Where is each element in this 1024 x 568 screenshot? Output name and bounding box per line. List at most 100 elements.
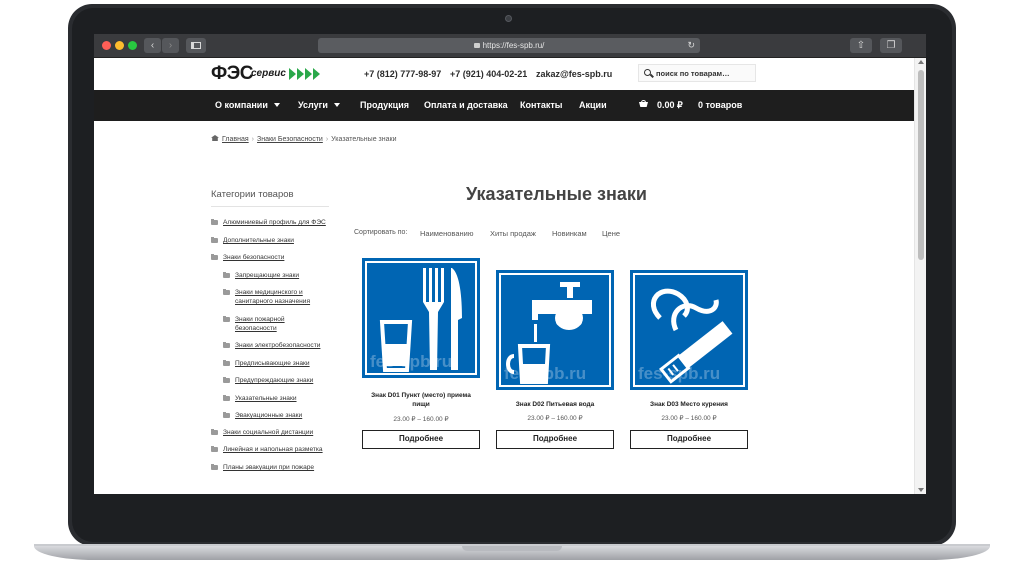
cart-total[interactable]: 0.00 ₽ — [657, 90, 683, 121]
product-name[interactable]: Знак D02 Питьевая вода — [490, 400, 620, 409]
category-additional-signs[interactable]: Дополнительные знаки — [223, 236, 294, 245]
chevron-down-icon — [333, 103, 340, 107]
share-button[interactable]: ⇧ — [850, 38, 872, 53]
logo-ribbon: сервис — [247, 67, 327, 81]
forward-button[interactable]: › — [162, 38, 179, 53]
category-evacuation-plans[interactable]: Планы эвакуации при пожаре — [223, 463, 314, 472]
category-direction-signs[interactable]: Указательные знаки — [235, 394, 297, 403]
watermark: fes-spb.ru — [638, 364, 721, 383]
category-warning-signs[interactable]: Предупреждающие знаки — [235, 376, 313, 385]
scrollbar-thumb[interactable] — [918, 70, 924, 260]
search-placeholder: поиск по товарам… — [656, 69, 730, 78]
chevron-right-icon — [305, 68, 312, 80]
folder-icon — [211, 446, 218, 452]
home-icon — [211, 135, 219, 141]
product-price: 23.00 ₽ – 160.00 ₽ — [527, 415, 583, 422]
cart-icon[interactable] — [638, 100, 649, 109]
watermark: fes-spb.ru — [370, 352, 453, 371]
phone-link-1[interactable]: +7 (812) 777-98-97 — [364, 69, 441, 79]
category-social-distance-signs[interactable]: Знаки социальной дистанции — [223, 428, 313, 437]
breadcrumb-separator: › — [325, 136, 329, 143]
phone-link-2[interactable]: +7 (921) 404-02-21 — [450, 69, 527, 79]
chevron-right-icon — [313, 68, 320, 80]
address-bar[interactable]: https://fes-spb.ru/ ↻ — [318, 38, 700, 53]
product-name[interactable]: Знак D03 Место курения — [624, 400, 754, 409]
folder-icon — [223, 316, 230, 322]
category-medical-signs[interactable]: Знаки медицинского и — [235, 288, 303, 297]
close-window-icon[interactable] — [102, 41, 111, 50]
breadcrumb-home[interactable]: Главная — [222, 136, 249, 143]
web-page: ФЭС сервис +7 (812) 777-98-97 +7 (921) 4… — [94, 58, 926, 494]
category-floor-marking[interactable]: Линейная и напольная разметка — [223, 445, 323, 454]
product-price: 23.00 ₽ – 160.00 ₽ — [661, 415, 717, 422]
folder-icon — [223, 342, 230, 348]
folder-icon — [223, 272, 230, 278]
site-header: ФЭС сервис +7 (812) 777-98-97 +7 (921) 4… — [94, 58, 914, 90]
details-button[interactable]: Подробнее — [362, 430, 480, 449]
tabs-overview-button[interactable]: ❐ — [880, 38, 902, 53]
page-title: Указательные знаки — [466, 184, 647, 204]
category-electrical-safety-signs[interactable]: Знаки электробезопасности — [235, 341, 320, 350]
folder-icon — [223, 395, 230, 401]
category-fire-safety-signs-line2[interactable]: безопасности — [235, 324, 277, 333]
maximize-window-icon[interactable] — [128, 41, 137, 50]
sidebar-title: Категории товаров — [211, 189, 294, 200]
product-image[interactable]: fes-spb.ru — [362, 258, 480, 378]
folder-icon — [211, 254, 218, 260]
site-logo[interactable]: ФЭС сервис — [211, 63, 331, 85]
folder-icon — [211, 429, 218, 435]
logo-sub-text: сервис — [251, 68, 286, 79]
vertical-scrollbar[interactable] — [914, 58, 926, 494]
sidebar-divider — [211, 206, 329, 207]
chevron-right-icon — [289, 68, 296, 80]
chevron-right-icon — [297, 68, 304, 80]
nav-item-products[interactable]: Продукция — [360, 90, 409, 121]
browser-window: ‹ › https://fes-spb.ru/ ↻ ⇧ ❐ ФЭС сервис… — [94, 34, 926, 494]
product-name[interactable]: Знак D01 Пункт (место) приема пищи — [356, 391, 486, 409]
back-button[interactable]: ‹ — [144, 38, 161, 53]
nav-item-contacts[interactable]: Контакты — [520, 90, 562, 121]
breadcrumb-current: Указательные знаки — [331, 136, 397, 143]
laptop-base-notch — [462, 546, 562, 551]
product-image[interactable]: fes-spb.ru — [630, 270, 748, 390]
product-price: 23.00 ₽ – 160.00 ₽ — [393, 416, 449, 423]
category-safety-signs[interactable]: Знаки безопасности — [223, 253, 284, 262]
search-icon — [644, 69, 651, 76]
folder-icon — [211, 464, 218, 470]
search-input[interactable]: поиск по товарам… — [638, 64, 756, 82]
minimize-window-icon[interactable] — [115, 41, 124, 50]
nav-item-promotions[interactable]: Акции — [579, 90, 607, 121]
nav-item-services[interactable]: Услуги — [298, 90, 340, 121]
category-mandatory-signs[interactable]: Предписывающие знаки — [235, 359, 310, 368]
scroll-up-arrow-icon[interactable] — [918, 60, 924, 64]
nav-item-about[interactable]: О компании — [215, 90, 280, 121]
sort-option-bestsellers[interactable]: Хиты продаж — [490, 229, 536, 238]
breadcrumb-section[interactable]: Знаки Безопасности — [257, 136, 323, 143]
category-fire-safety-signs[interactable]: Знаки пожарной — [235, 315, 285, 324]
scroll-down-arrow-icon[interactable] — [918, 488, 924, 492]
sort-option-new[interactable]: Новинкам — [552, 229, 587, 238]
cart-count[interactable]: 0 товаров — [698, 90, 742, 121]
sort-option-price[interactable]: Цене — [602, 229, 620, 238]
folder-icon — [211, 219, 218, 225]
folder-icon — [223, 377, 230, 383]
browser-toolbar: ‹ › https://fes-spb.ru/ ↻ ⇧ ❐ — [94, 34, 926, 58]
main-nav: О компании Услуги Продукция Оплата и дос… — [94, 90, 914, 121]
category-medical-signs-line2[interactable]: санитарного назначения — [235, 297, 310, 306]
breadcrumb: Главная › Знаки Безопасности › Указательные … — [211, 135, 396, 143]
folder-icon — [211, 237, 218, 243]
category-evacuation-signs[interactable]: Эвакуационные знаки — [235, 411, 302, 420]
email-link[interactable]: zakaz@fes-spb.ru — [536, 69, 612, 79]
url-text: https://fes-spb.ru/ — [482, 41, 545, 50]
category-prohibition-signs[interactable]: Запрещающие знаки — [235, 271, 299, 280]
details-button[interactable]: Подробнее — [630, 430, 748, 449]
reload-icon[interactable]: ↻ — [687, 39, 695, 52]
sort-option-name[interactable]: Наименованию — [420, 229, 473, 238]
category-aluminium-profile[interactable]: Алюминиевый профиль для ФЭС — [223, 218, 326, 227]
sidebar-icon — [191, 42, 201, 49]
details-button[interactable]: Подробнее — [496, 430, 614, 449]
nav-item-payment-delivery[interactable]: Оплата и доставка — [424, 90, 508, 121]
product-image[interactable]: fes-spb.ru — [496, 270, 614, 390]
sidebar-toggle-button[interactable] — [186, 38, 206, 53]
chevron-down-icon — [273, 103, 280, 107]
